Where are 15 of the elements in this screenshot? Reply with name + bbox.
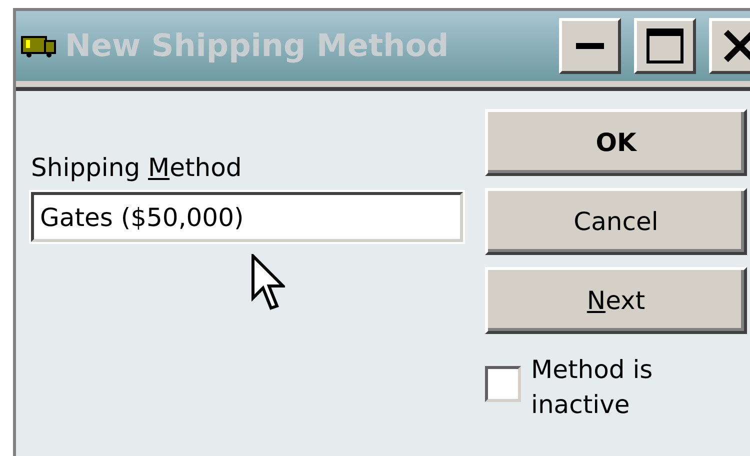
dialog-button[interactable]: OK	[485, 109, 747, 176]
window-title: New Shipping Method	[65, 28, 450, 64]
field-label: Shipping Method	[31, 153, 243, 182]
shipping-method-field[interactable]: Gates ($50,000)	[31, 192, 463, 242]
minimize-button[interactable]	[559, 18, 621, 74]
maximize-button[interactable]	[634, 18, 696, 74]
close-icon	[723, 29, 750, 63]
truck-icon	[21, 34, 57, 58]
dialog-button[interactable]: Cancel	[485, 188, 747, 255]
minimize-icon	[576, 43, 604, 49]
maximize-icon	[646, 28, 684, 64]
checkbox-label: Method is inactive	[531, 354, 654, 421]
mouse-pointer-icon	[251, 254, 285, 312]
checkbox[interactable]	[485, 366, 521, 402]
dialog-button[interactable]: Next	[485, 267, 747, 334]
